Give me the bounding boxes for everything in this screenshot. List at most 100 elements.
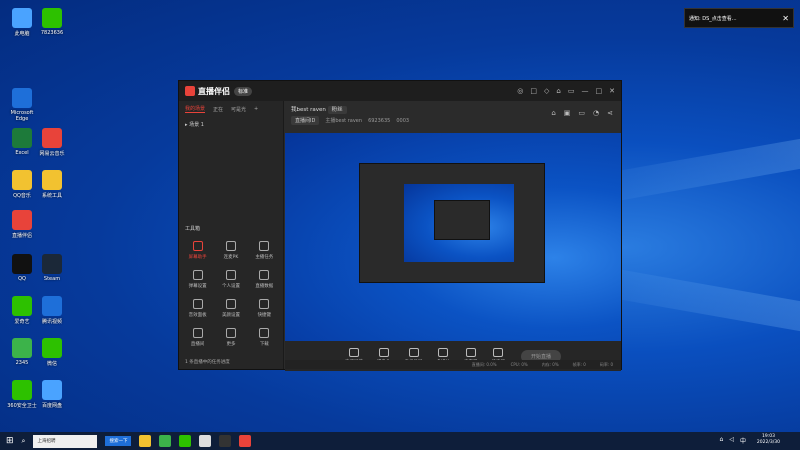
window-control-icon[interactable]: ✕ [609, 87, 615, 95]
tool-label: 音效面板 [188, 313, 207, 318]
status-item: CPU: 0% [510, 362, 528, 367]
live-app-window: 直播伴侣 标准 ◎ □ ◇ ⌂ ▭ — □ ✕ 我的场景 正在 可是光 + ▸ 场景 1 工具箱 屏… [178, 80, 622, 371]
preview-app-window [359, 163, 545, 283]
desktop-icon[interactable]: 腾讯视频 [34, 296, 70, 325]
tool-item[interactable]: 直播数据 [248, 270, 281, 289]
tool-label: 弹幕设置 [188, 284, 207, 289]
stream-preview[interactable] [285, 133, 621, 341]
app-icon [12, 128, 32, 148]
status-bar: 直播间: 0.0% CPU: 0% 内存: 0% 帧率: 0 码率: 0 [285, 360, 621, 369]
tool-label: 主播任务 [255, 255, 274, 260]
window-control-icon[interactable]: ◇ [544, 87, 549, 95]
room-info: 直播间ID 主播best raven 6923635 0003 [291, 116, 615, 125]
app-logo: 直播伴侣 [185, 86, 230, 97]
network-icon[interactable]: ⌂ [720, 436, 724, 445]
window-control-icon[interactable]: ⌂ [556, 87, 560, 95]
app-icon [42, 296, 62, 316]
tool-item[interactable]: 美颜设置 [214, 299, 247, 318]
sidebar-tab[interactable]: + [254, 106, 258, 112]
tool-icon [192, 241, 203, 251]
desktop-icon[interactable]: 系统工具 [34, 170, 70, 199]
tool-label: 下载 [259, 342, 269, 347]
scene-item[interactable]: ▸ 场景 1 [179, 117, 283, 132]
desktop-icon[interactable]: 百度网盘 [34, 380, 70, 409]
desktop-icon-label: 7823636 [40, 30, 64, 36]
tool-label: 更多 [226, 342, 236, 347]
tool-item[interactable]: 快捷键 [248, 299, 281, 318]
main-area: 我best raven 粉丝 直播间ID 主播best raven 692363… [285, 101, 621, 371]
desktop-icon[interactable]: Microsoft Edge [4, 88, 40, 122]
desktop-icon[interactable]: 网易云音乐 [34, 128, 70, 157]
notification-toast[interactable]: 通知: DS_点击查看... ✕ [684, 8, 794, 28]
source-icon [378, 347, 389, 357]
app-icon [12, 338, 32, 358]
sidebar: 我的场景 正在 可是光 + ▸ 场景 1 工具箱 屏幕助手 连麦PK 主播任务 弹幕设置 个人… [179, 101, 284, 369]
tool-label: 美颜设置 [221, 313, 240, 318]
desktop-icon[interactable]: 微信 [34, 338, 70, 367]
tool-icon [225, 241, 236, 251]
tool-icon [225, 270, 236, 280]
sidebar-footer: 1 条直播中的任务进度 [185, 360, 230, 365]
tool-item[interactable]: 弹幕设置 [181, 270, 214, 289]
room-id-label[interactable]: 直播间ID [291, 116, 320, 125]
file-explorer-icon[interactable] [139, 435, 152, 447]
tool-icon [192, 270, 203, 280]
streamer-name: 主播best raven [325, 118, 363, 124]
taskbar: ⊞ ⌕ 上海招聘 搜索一下 ⌂ ◁ 中 19:03 2022/3/30 [0, 432, 800, 450]
app-icon [42, 254, 62, 274]
window-control-icon[interactable]: — [582, 87, 589, 95]
taskbar-search-button[interactable]: 搜索一下 [105, 436, 132, 446]
tool-item[interactable]: 连麦PK [214, 241, 247, 260]
ime-icon[interactable]: 中 [740, 436, 746, 445]
app-icon [12, 88, 32, 108]
tool-label: 快捷键 [257, 313, 272, 318]
tool-item[interactable]: 直播间 [181, 328, 214, 347]
clock-date: 2022/3/30 [756, 440, 780, 445]
search-icon[interactable]: ⌕ [22, 437, 26, 446]
tool-item[interactable]: 屏幕助手 [181, 241, 214, 260]
qq-icon[interactable] [199, 435, 212, 447]
window-control-icon[interactable]: ◎ [517, 87, 523, 95]
live-app-taskbar-icon[interactable] [239, 435, 252, 447]
window-control-icon[interactable]: □ [530, 87, 537, 95]
tool-item[interactable]: 音效面板 [181, 299, 214, 318]
browser-icon[interactable] [159, 435, 172, 447]
sidebar-tab[interactable]: 我的场景 [185, 105, 206, 113]
window-control-icon[interactable]: □ [596, 87, 603, 95]
sidebar-tab[interactable]: 正在 [213, 106, 223, 113]
screen-icon[interactable]: ▭ [578, 109, 585, 117]
tool-item[interactable]: 主播任务 [248, 241, 281, 260]
app-icon [12, 210, 32, 230]
window-control-icon[interactable]: ▭ [568, 87, 575, 95]
lock-icon[interactable]: ▣ [564, 109, 571, 117]
wechat-icon[interactable] [179, 435, 192, 447]
taskbar-search-input[interactable]: 上海招聘 [33, 434, 98, 448]
volume-icon[interactable]: ◁ [729, 436, 734, 445]
windows-start-icon[interactable]: ⊞ [6, 436, 14, 446]
app-icon [12, 296, 32, 316]
status-item: 码率: 0 [599, 361, 613, 367]
tool-icon [259, 299, 270, 309]
app-name: 直播伴侣 [198, 86, 230, 96]
status-item: 帧率: 0 [572, 361, 586, 367]
header-icons: ⌂ ▣ ▭ ◔ ⋖ [551, 109, 613, 117]
tool-item[interactable]: 个人设置 [214, 270, 247, 289]
desktop-icon-label: 微信 [46, 361, 57, 367]
tool-item[interactable]: 下载 [248, 328, 281, 347]
desktop-icon[interactable]: 直播伴侣 [4, 210, 40, 239]
gift-icon[interactable]: ⌂ [551, 109, 555, 117]
tool-icon [225, 299, 236, 309]
app-icon [12, 380, 32, 400]
app-icon [12, 254, 32, 274]
close-icon[interactable]: ✕ [782, 14, 789, 23]
tool-item[interactable]: 更多 [214, 328, 247, 347]
sidebar-tab[interactable]: 可是光 [231, 106, 246, 113]
status-item: 直播间: 0.0% [471, 361, 497, 367]
system-clock[interactable]: 19:03 2022/3/30 [757, 434, 780, 446]
bell-icon[interactable]: ◔ [593, 109, 599, 117]
desktop-icon-label: 系统工具 [41, 193, 62, 199]
share-icon[interactable]: ⋖ [607, 109, 613, 117]
desktop-icon[interactable]: Steam [34, 254, 70, 282]
desktop-icon[interactable]: 7823636 [34, 8, 70, 36]
app-icon[interactable] [219, 435, 232, 447]
